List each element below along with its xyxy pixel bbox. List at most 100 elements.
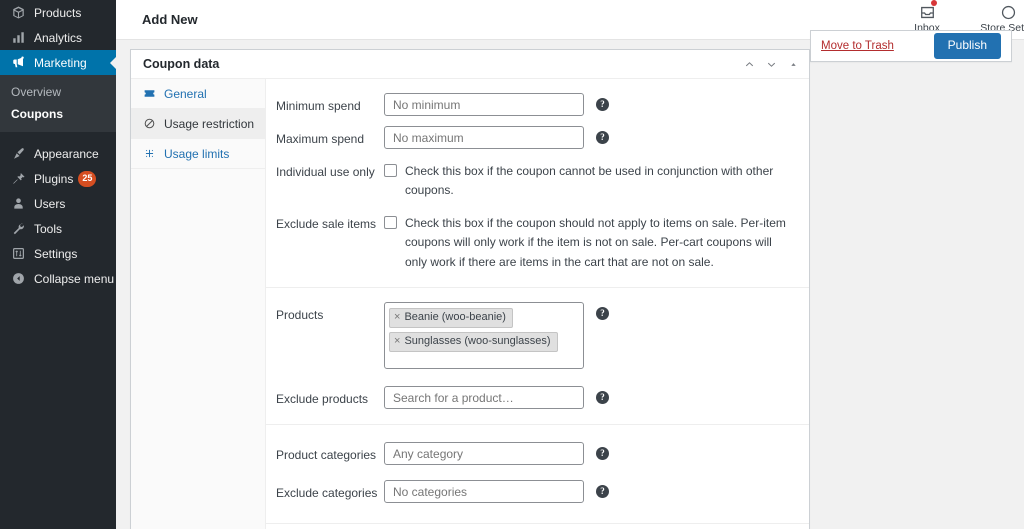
help-icon[interactable]: ?	[596, 391, 609, 404]
tab-label: Usage restriction	[164, 117, 254, 131]
usage-restriction-panel: Minimum spend ? Maximum spend ?	[266, 79, 809, 529]
help-icon[interactable]: ?	[596, 485, 609, 498]
maximum-spend-label: Maximum spend	[276, 126, 384, 148]
exclude-sale-items-checkbox[interactable]	[384, 216, 397, 229]
help-icon[interactable]: ?	[596, 447, 609, 460]
product-token[interactable]: × Sunglasses (woo-sunglasses)	[389, 332, 558, 352]
help-icon[interactable]: ?	[596, 307, 609, 320]
sidebar-item-label: Users	[34, 198, 65, 210]
publish-button[interactable]: Publish	[934, 33, 1001, 59]
sidebar-item-marketing[interactable]: Marketing	[0, 50, 116, 75]
row-individual-use-only: Individual use only Check this box if th…	[266, 154, 809, 206]
individual-use-label: Individual use only	[276, 159, 384, 181]
toggle-panel-icon[interactable]	[783, 54, 803, 76]
sliders-icon	[9, 245, 27, 263]
products-token-input[interactable]: × Beanie (woo-beanie) × Sunglasses (woo-su…	[384, 302, 584, 369]
remove-token-icon[interactable]: ×	[394, 310, 400, 325]
exclude-products-input[interactable]	[384, 386, 584, 409]
analytics-icon	[9, 29, 27, 47]
help-icon[interactable]: ?	[596, 131, 609, 144]
sidebar-subitem-label: Coupons	[11, 107, 63, 121]
sidebar-item-label: Plugins	[34, 173, 73, 185]
minimum-spend-input[interactable]	[384, 93, 584, 116]
sidebar-item-users[interactable]: Users	[0, 191, 116, 216]
sidebar-item-tools[interactable]: Tools	[0, 216, 116, 241]
admin-content-area: Add New Inbox Store Setup Move to Trash …	[116, 0, 1024, 529]
minimum-spend-field-wrap: ?	[384, 93, 797, 116]
remove-token-icon[interactable]: ×	[394, 334, 400, 349]
wp-admin-screen: Products Analytics Marketing Overview Co…	[0, 0, 1024, 529]
product-categories-field-wrap: ?	[384, 442, 797, 465]
brush-icon	[9, 145, 27, 163]
row-exclude-sale-items: Exclude sale items Check this box if the…	[266, 206, 809, 277]
sidebar-item-analytics[interactable]: Analytics	[0, 25, 116, 50]
publish-metabox: Move to Trash Publish	[810, 30, 1012, 62]
sidebar-item-label: Collapse menu	[34, 273, 114, 285]
move-up-icon[interactable]	[739, 54, 759, 76]
exclude-sale-items-description: Check this box if the coupon should not …	[405, 214, 797, 272]
tab-usage-restriction[interactable]: Usage restriction	[131, 109, 265, 139]
maximum-spend-input[interactable]	[384, 126, 584, 149]
metabox-body: General Usage restriction Usage limits	[131, 79, 809, 529]
sidebar-item-plugins[interactable]: Plugins 25	[0, 166, 116, 191]
coupon-data-metabox: Coupon data	[130, 49, 810, 529]
user-icon	[9, 195, 27, 213]
exclude-sale-items-label: Exclude sale items	[276, 211, 384, 233]
sidebar-item-label: Analytics	[34, 32, 82, 44]
sidebar-subitem-overview[interactable]: Overview	[0, 81, 116, 103]
tab-usage-limits[interactable]: Usage limits	[131, 139, 265, 169]
sidebar-item-label: Products	[34, 7, 81, 19]
sidebar-subitem-label: Overview	[11, 85, 61, 99]
individual-use-field-wrap: Check this box if the coupon cannot be u…	[384, 159, 797, 201]
sidebar-item-settings[interactable]: Settings	[0, 241, 116, 266]
sidebar-item-label: Appearance	[34, 148, 99, 160]
admin-sidebar: Products Analytics Marketing Overview Co…	[0, 0, 116, 529]
ticket-icon	[141, 87, 157, 100]
exclude-categories-input[interactable]	[384, 480, 584, 503]
exclude-categories-field-wrap: ?	[384, 480, 797, 503]
page-title: Add New	[142, 12, 198, 27]
sidebar-item-label: Settings	[34, 248, 77, 260]
sidebar-subitem-coupons[interactable]: Coupons	[0, 103, 116, 125]
metabox-title: Coupon data	[143, 57, 219, 71]
field-group-products: Products ×Beanie (woo-beanie) ×Sunglasse…	[266, 288, 809, 425]
plugins-update-badge: 25	[78, 171, 96, 187]
tab-general[interactable]: General	[131, 79, 265, 109]
field-group-spend: Minimum spend ? Maximum spend ?	[266, 79, 809, 288]
field-group-categories: Product categories ? Exclude categories …	[266, 425, 809, 524]
product-token[interactable]: × Beanie (woo-beanie)	[389, 308, 513, 328]
wrench-icon	[9, 220, 27, 238]
sidebar-item-collapse-menu[interactable]: Collapse menu	[0, 266, 116, 291]
publish-actions-row: Move to Trash Publish	[811, 31, 1011, 61]
product-categories-input[interactable]	[384, 442, 584, 465]
sidebar-item-appearance[interactable]: Appearance	[0, 141, 116, 166]
plugin-icon	[9, 170, 27, 188]
inbox-notification-dot	[931, 0, 937, 6]
tab-label: Usage limits	[164, 147, 229, 161]
exclude-categories-label: Exclude categories	[276, 480, 384, 502]
coupon-data-tabs: General Usage restriction Usage limits	[131, 79, 266, 529]
products-field-wrap: × Beanie (woo-beanie) × Sunglasses (woo-su…	[384, 302, 797, 369]
individual-use-checkbox[interactable]	[384, 164, 397, 177]
tab-label: General	[164, 87, 207, 101]
product-token-label: Sunglasses (woo-sunglasses)	[404, 334, 550, 349]
row-maximum-spend: Maximum spend ?	[266, 121, 809, 154]
product-categories-label: Product categories	[276, 442, 384, 464]
row-minimum-spend: Minimum spend ?	[266, 88, 809, 121]
metabox-header: Coupon data	[131, 50, 809, 79]
megaphone-icon	[9, 54, 27, 72]
product-token-label: Beanie (woo-beanie)	[404, 310, 506, 325]
row-exclude-products: Exclude products ?	[266, 374, 809, 414]
menu-separator	[0, 132, 116, 141]
products-icon	[9, 4, 27, 22]
move-down-icon[interactable]	[761, 54, 781, 76]
row-exclude-categories: Exclude categories ?	[266, 470, 809, 513]
move-to-trash-link[interactable]: Move to Trash	[821, 40, 894, 52]
help-icon[interactable]: ?	[596, 98, 609, 111]
maximum-spend-field-wrap: ?	[384, 126, 797, 149]
circle-icon	[997, 1, 1019, 23]
limits-icon	[141, 147, 157, 160]
sidebar-item-label: Tools	[34, 223, 62, 235]
minimum-spend-label: Minimum spend	[276, 93, 384, 115]
sidebar-item-products[interactable]: Products	[0, 0, 116, 25]
